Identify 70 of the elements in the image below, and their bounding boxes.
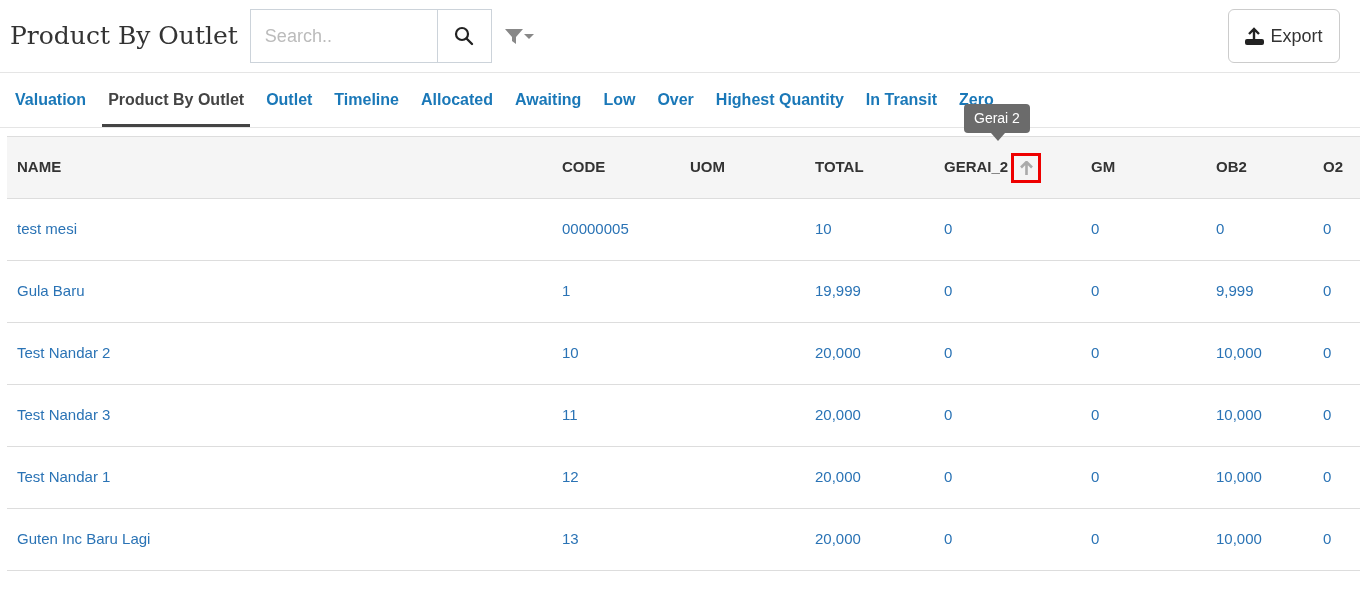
tab[interactable]: In Transit [859,73,943,127]
table-cell[interactable]: 10,000 [1216,406,1262,424]
tab[interactable]: Low [597,73,642,127]
table-cell[interactable]: 19,999 [815,282,861,300]
table-cell[interactable]: 0 [1216,220,1225,238]
table-cell[interactable]: Test Nandar 1 [17,468,111,486]
tab[interactable]: Awaiting [509,73,588,127]
table-cell[interactable]: 0 [944,282,953,300]
table-cell[interactable]: 0 [1091,530,1100,548]
sort-button[interactable] [1011,152,1042,183]
table-cell[interactable]: 12 [562,468,579,486]
table-cell[interactable]: 0 [1091,406,1100,424]
filter-button[interactable] [503,27,536,45]
table-cell[interactable]: 11 [562,406,578,424]
tab[interactable]: Timeline [328,73,405,127]
table-cell[interactable]: Gula Baru [17,282,85,300]
table-cell[interactable]: 0 [944,468,953,486]
table-cell[interactable]: 0 [1323,468,1332,486]
tab[interactable]: Valuation [9,73,93,127]
table-cell[interactable]: Test Nandar 2 [17,344,111,362]
table-cell[interactable]: 0 [1323,282,1332,300]
table-cell[interactable]: 20,000 [815,344,861,362]
upload-icon [1245,27,1265,45]
tab[interactable]: Outlet [260,73,319,127]
tab[interactable]: Product By Outlet [102,73,251,127]
table-cell[interactable]: 0 [944,406,953,424]
table-cell[interactable]: 0 [1091,282,1100,300]
table-cell[interactable]: 0 [1091,344,1100,362]
table-cell[interactable]: 0 [1091,468,1100,486]
table-cell[interactable]: 10 [562,344,579,362]
table-cell[interactable]: 0 [1323,344,1332,362]
column-header[interactable]: UOM [690,156,725,179]
column-header[interactable]: NAME [17,156,62,179]
table-cell[interactable]: 0 [1323,406,1332,424]
table-cell[interactable]: 0 [944,220,953,238]
page-title: Product By Outlet [10,20,238,53]
table-cell[interactable]: 10,000 [1216,468,1262,486]
table-cell[interactable]: 0 [1323,220,1332,238]
table-cell[interactable]: 10,000 [1216,530,1262,548]
search-icon [454,26,475,46]
column-header[interactable]: CODE [562,156,606,179]
table-cell[interactable]: 00000005 [562,220,629,238]
table-cell[interactable]: 20,000 [815,406,861,424]
search-button[interactable] [437,9,492,63]
table-cell[interactable]: 0 [1323,530,1332,548]
column-header[interactable]: GM [1091,156,1116,179]
table-cell[interactable]: 9,999 [1216,282,1254,300]
table-cell[interactable]: test mesi [17,220,77,238]
table-cell[interactable]: 0 [1091,220,1100,238]
table-cell[interactable]: 10 [815,220,832,238]
column-header[interactable]: OB2 [1216,156,1247,179]
export-button[interactable]: Export [1228,9,1340,63]
search-field[interactable]: Search.. [249,9,438,63]
arrow-up-icon [1019,160,1033,175]
table-cell[interactable]: 0 [944,530,953,548]
column-header[interactable]: TOTAL [815,156,864,179]
table-cell[interactable]: 20,000 [815,468,861,486]
table-cell[interactable]: 1 [562,282,571,300]
table-cell[interactable]: Guten Inc Baru Lagi [17,530,151,548]
tab[interactable]: Allocated [415,73,499,127]
table-cell[interactable]: 0 [944,344,953,362]
tab[interactable]: Highest Quantity [709,73,850,127]
table-cell[interactable]: 10,000 [1216,344,1262,362]
column-header[interactable]: GERAI_2 [944,156,1009,179]
tab[interactable]: Over [651,73,700,127]
table-cell[interactable]: 13 [562,530,579,548]
table-cell[interactable]: Test Nandar 3 [17,406,111,424]
column-header[interactable]: O2 [1323,156,1343,179]
filter-icon [504,28,535,44]
table-cell[interactable]: 20,000 [815,530,861,548]
